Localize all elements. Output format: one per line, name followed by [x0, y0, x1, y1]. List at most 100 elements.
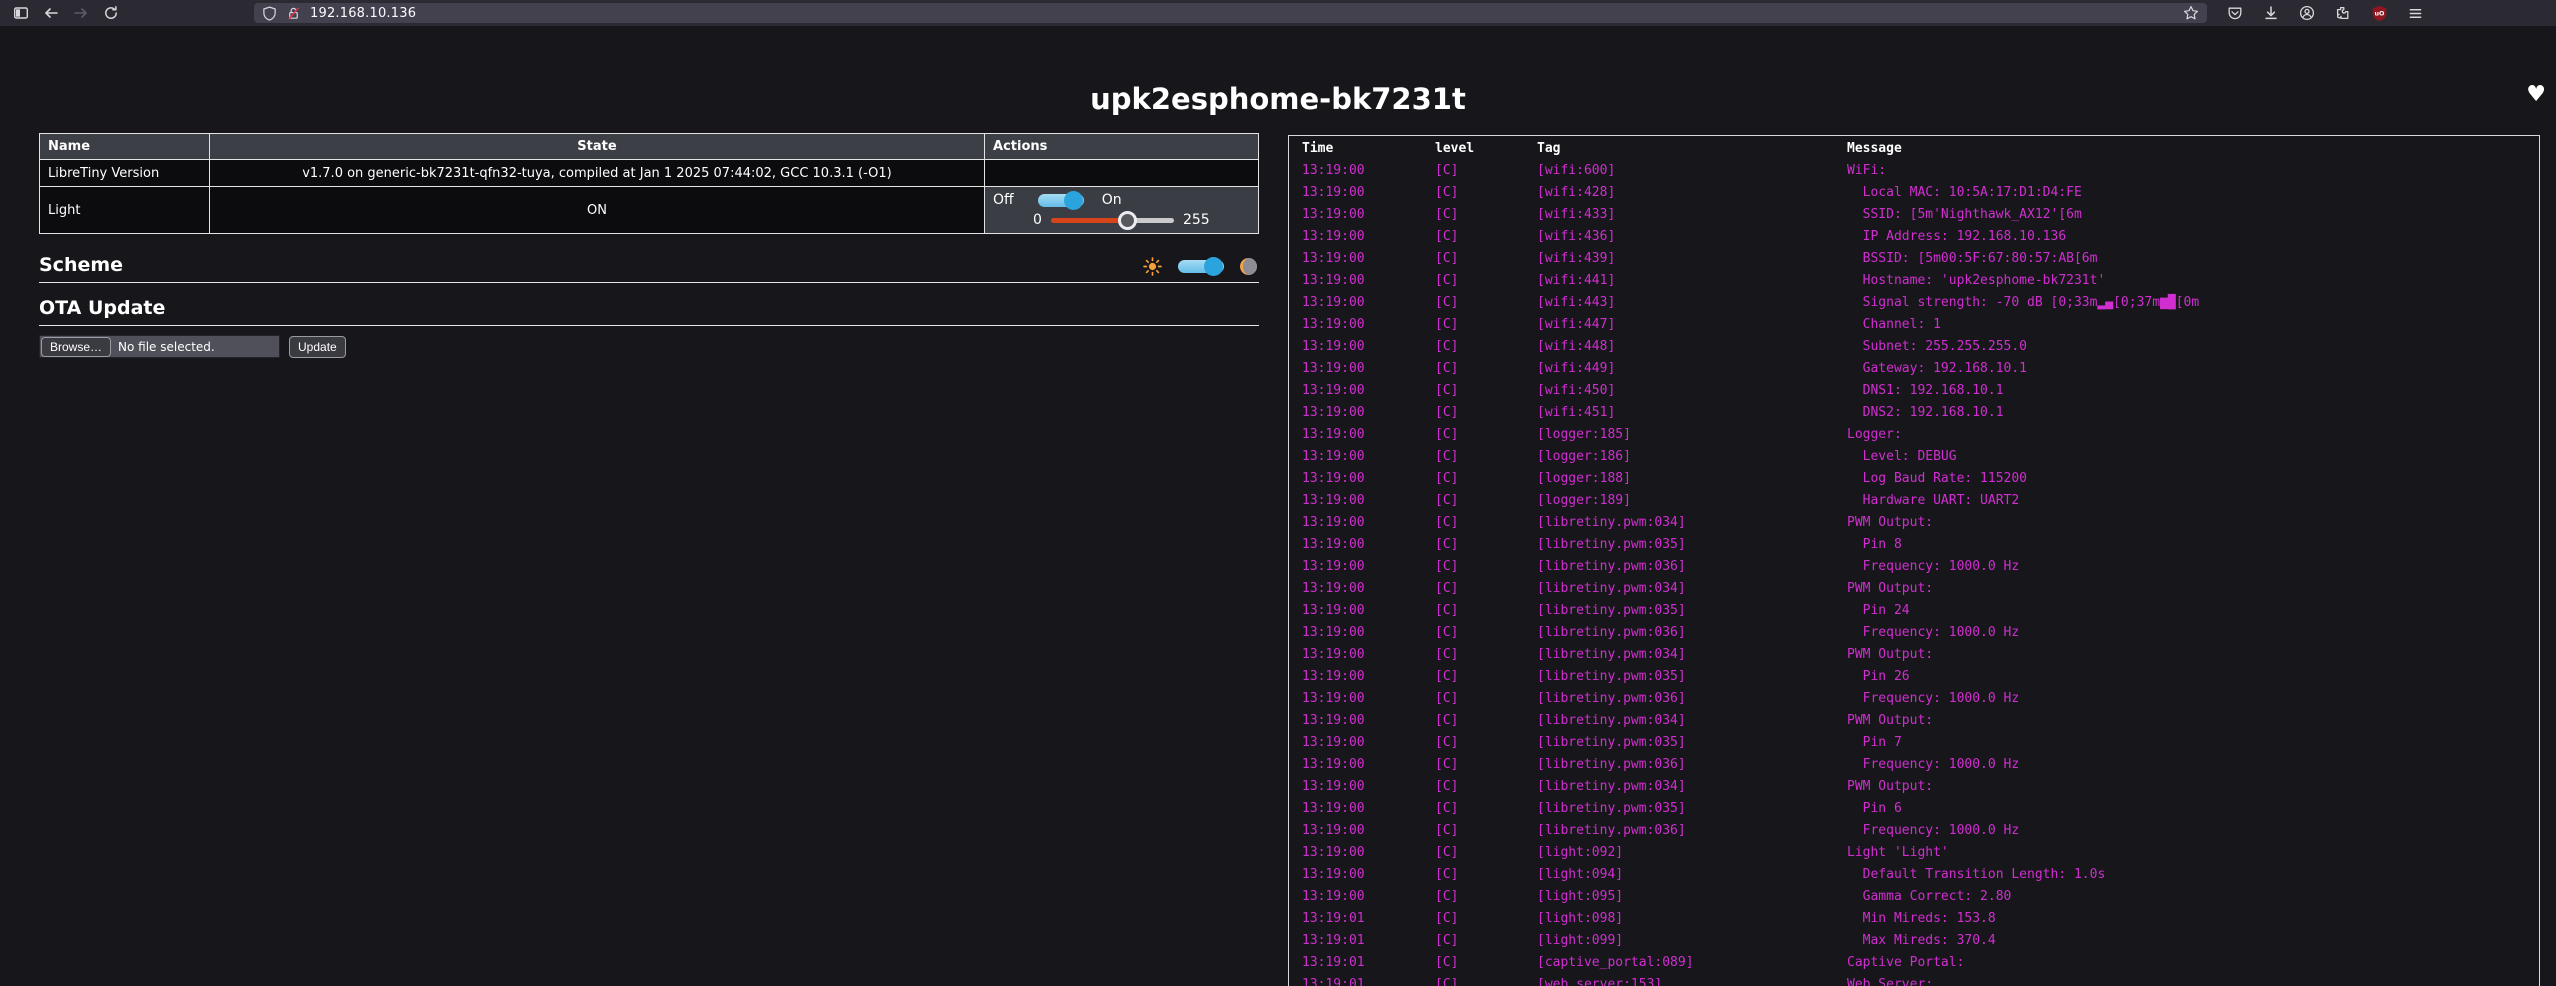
ublock-button[interactable]: uO — [2365, 1, 2393, 25]
extensions-puzzle-icon — [2335, 5, 2351, 21]
log-time: 13:19:00 — [1289, 446, 1435, 468]
pocket-button[interactable] — [2221, 1, 2249, 25]
log-message: Captive Portal: — [1847, 952, 2539, 974]
log-time: 13:19:00 — [1289, 424, 1435, 446]
log-row: 13:19:01 [C] [captive_portal:089] Captiv… — [1289, 952, 2539, 974]
log-row: 13:19:00 [C] [libretiny.pwm:036] Frequen… — [1289, 622, 2539, 644]
log-level: [C] — [1435, 336, 1537, 358]
browse-button[interactable]: Browse… — [41, 337, 111, 357]
reload-icon — [103, 5, 119, 21]
log-time: 13:19:00 — [1289, 864, 1435, 886]
log-level: [C] — [1435, 930, 1537, 952]
bookmark-star-icon[interactable] — [2183, 5, 2199, 21]
toggle-knob — [1064, 191, 1083, 210]
tracking-protection-shield-icon[interactable] — [262, 6, 277, 21]
light-actions-cell: Off On 0 255 — [985, 187, 1259, 234]
log-message: Level: DEBUG — [1847, 446, 2539, 468]
log-tag: [wifi:600] — [1537, 160, 1847, 182]
log-col-tag: Tag — [1537, 141, 1847, 156]
log-row: 13:19:00 [C] [wifi:449] Gateway: 192.168… — [1289, 358, 2539, 380]
log-time: 13:19:00 — [1289, 468, 1435, 490]
log-tag: [logger:186] — [1537, 446, 1847, 468]
log-message: Log Baud Rate: 115200 — [1847, 468, 2539, 490]
log-row: 13:19:00 [C] [libretiny.pwm:034] PWM Out… — [1289, 578, 2539, 600]
log-tag: [logger:188] — [1537, 468, 1847, 490]
log-time: 13:19:00 — [1289, 292, 1435, 314]
log-message: SSID: [5m'Nighthawk_AX12'[6m — [1847, 204, 2539, 226]
light-on-label: On — [1102, 192, 1122, 208]
log-tag: [wifi:450] — [1537, 380, 1847, 402]
menu-button[interactable] — [2401, 1, 2429, 25]
log-tag: [web_server:153] — [1537, 974, 1847, 986]
svg-text:uO: uO — [2374, 9, 2385, 17]
reload-button[interactable] — [96, 1, 126, 25]
log-level: [C] — [1435, 512, 1537, 534]
log-message: Logger: — [1847, 424, 2539, 446]
log-row: 13:19:00 [C] [libretiny.pwm:034] PWM Out… — [1289, 776, 2539, 798]
log-level: [C] — [1435, 710, 1537, 732]
log-row: 13:19:00 [C] [light:094] Default Transit… — [1289, 864, 2539, 886]
log-tag: [wifi:447] — [1537, 314, 1847, 336]
ota-section-header: OTA Update — [39, 297, 1259, 326]
extensions-button[interactable] — [2329, 1, 2357, 25]
log-rows: 13:19:00 [C] [wifi:600] WiFi: 13:19:00 [… — [1289, 160, 2539, 986]
log-tag: [wifi:433] — [1537, 204, 1847, 226]
toolbar-right-icons: uO — [2221, 1, 2429, 25]
log-row: 13:19:00 [C] [wifi:450] DNS1: 192.168.10… — [1289, 380, 2539, 402]
log-message: Frequency: 1000.0 Hz — [1847, 754, 2539, 776]
sidebar-toggle-button[interactable] — [6, 1, 36, 25]
log-row: 13:19:00 [C] [wifi:433] SSID: [5m'Nighth… — [1289, 204, 2539, 226]
light-toggle-switch[interactable] — [1038, 194, 1084, 207]
light-brightness-slider[interactable] — [1051, 218, 1174, 223]
account-icon — [2299, 5, 2315, 21]
log-level: [C] — [1435, 380, 1537, 402]
log-message: Channel: 1 — [1847, 314, 2539, 336]
log-level: [C] — [1435, 798, 1537, 820]
insecure-lock-icon[interactable] — [286, 6, 301, 21]
version-actions-cell — [985, 160, 1259, 187]
log-level: [C] — [1435, 820, 1537, 842]
log-message: Signal strength: -70 dB [0;33m▂▄[0;37m▆█… — [1847, 292, 2539, 314]
log-message: Subnet: 255.255.255.0 — [1847, 336, 2539, 358]
url-text[interactable]: 192.168.10.136 — [310, 6, 2183, 21]
log-time: 13:19:00 — [1289, 204, 1435, 226]
log-message: Hostname: 'upk2esphome-bk7231t' — [1847, 270, 2539, 292]
log-header-row: Time level Tag Message — [1289, 136, 2539, 160]
log-message: Min Mireds: 153.8 — [1847, 908, 2539, 930]
slider-thumb[interactable] — [1118, 211, 1137, 230]
log-row: 13:19:00 [C] [logger:189] Hardware UART:… — [1289, 490, 2539, 512]
sidebar-toggle-icon — [13, 5, 29, 21]
log-row: 13:19:00 [C] [logger:185] Logger: — [1289, 424, 2539, 446]
log-row: 13:19:00 [C] [libretiny.pwm:036] Frequen… — [1289, 556, 2539, 578]
log-tag: [libretiny.pwm:036] — [1537, 556, 1847, 578]
log-level: [C] — [1435, 974, 1537, 986]
scheme-toggle-switch[interactable] — [1178, 260, 1224, 273]
heart-link[interactable]: ♥ — [2526, 82, 2546, 107]
log-level: [C] — [1435, 534, 1537, 556]
forward-button[interactable] — [66, 1, 96, 25]
log-tag: [libretiny.pwm:035] — [1537, 600, 1847, 622]
log-level: [C] — [1435, 270, 1537, 292]
back-button[interactable] — [36, 1, 66, 25]
browser-toolbar: 192.168.10.136 — [0, 0, 2556, 26]
account-button[interactable] — [2293, 1, 2321, 25]
log-message: DNS2: 192.168.10.1 — [1847, 402, 2539, 424]
update-button[interactable]: Update — [289, 336, 346, 358]
log-tag: [libretiny.pwm:034] — [1537, 710, 1847, 732]
log-tag: [libretiny.pwm:034] — [1537, 578, 1847, 600]
log-time: 13:19:00 — [1289, 732, 1435, 754]
log-time: 13:19:00 — [1289, 578, 1435, 600]
log-message: Frequency: 1000.0 Hz — [1847, 820, 2539, 842]
url-bar[interactable]: 192.168.10.136 — [254, 3, 2207, 23]
log-message: Frequency: 1000.0 Hz — [1847, 688, 2539, 710]
ota-file-input[interactable]: Browse… No file selected. — [39, 335, 280, 358]
col-header-name: Name — [40, 134, 210, 160]
log-tag: [libretiny.pwm:036] — [1537, 688, 1847, 710]
log-tag: [libretiny.pwm:035] — [1537, 798, 1847, 820]
download-button[interactable] — [2257, 1, 2285, 25]
log-tag: [light:094] — [1537, 864, 1847, 886]
log-tag: [wifi:439] — [1537, 248, 1847, 270]
log-row: 13:19:01 [C] [light:098] Min Mireds: 153… — [1289, 908, 2539, 930]
log-message: PWM Output: — [1847, 776, 2539, 798]
log-time: 13:19:00 — [1289, 798, 1435, 820]
